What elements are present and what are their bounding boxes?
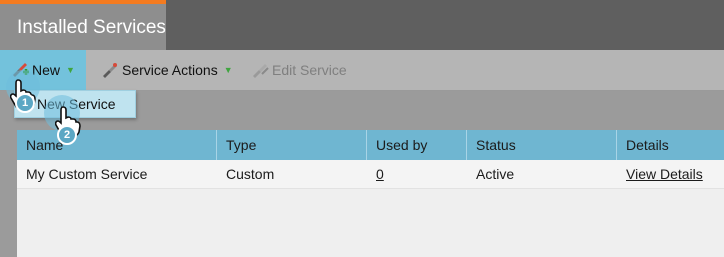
used-by-link[interactable]: 0	[376, 166, 384, 182]
cell-type: Custom	[226, 166, 275, 182]
cell-status: Active	[476, 166, 515, 182]
toolbar: New ▼ Service Actions ▼ Edit Service	[0, 50, 724, 91]
service-actions-icon	[100, 60, 120, 80]
view-details-link[interactable]: View Details	[626, 166, 703, 182]
grid-header: Name Type Used by Status Details	[17, 130, 724, 160]
column-header-name[interactable]: Name	[17, 130, 217, 160]
cell-used-by: 0	[367, 160, 467, 188]
table-row[interactable]: My Custom Service Custom 0 Active View D…	[17, 160, 724, 189]
step-badge-2: 2	[57, 125, 77, 145]
chevron-down-icon: ▼	[66, 65, 75, 75]
edit-service-button[interactable]: Edit Service	[250, 50, 347, 90]
step-badge-1: 1	[15, 93, 35, 113]
column-header-used-by[interactable]: Used by	[367, 130, 467, 160]
column-header-type[interactable]: Type	[217, 130, 367, 160]
column-header-details[interactable]: Details	[617, 130, 724, 160]
service-actions-label: Service Actions	[122, 62, 218, 78]
service-actions-button[interactable]: Service Actions ▼	[100, 50, 233, 90]
services-grid: Name Type Used by Status Details My Cust…	[17, 130, 724, 257]
edit-service-label: Edit Service	[272, 62, 347, 78]
edit-service-icon	[250, 60, 270, 80]
top-bar: Installed Services	[0, 0, 724, 50]
cell-details: View Details	[617, 160, 724, 188]
chevron-down-icon: ▼	[223, 65, 233, 75]
tab-installed-services[interactable]: Installed Services	[0, 0, 166, 50]
column-header-status[interactable]: Status	[467, 130, 617, 160]
cell-name: My Custom Service	[26, 166, 148, 182]
